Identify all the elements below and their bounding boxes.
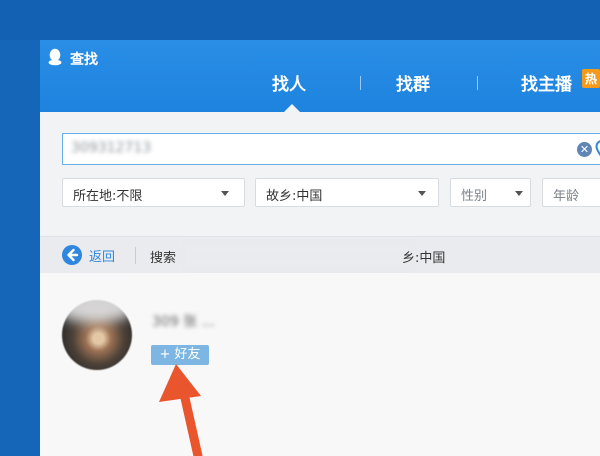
find-window: 查找 找人 找群 找主播 热 309312713 ✕ 所在地:不限 故乡:中国 … [40, 40, 600, 456]
redaction-blur [52, 285, 138, 323]
tab-separator [360, 76, 361, 90]
desktop-background [0, 0, 600, 40]
active-tab-indicator [284, 104, 300, 112]
qq-penguin-icon [48, 48, 62, 66]
search-input[interactable]: 309312713 ✕ [62, 133, 600, 165]
search-input-value: 309312713 [71, 140, 152, 156]
tab-find-anchors[interactable]: 找主播 [521, 70, 572, 95]
tab-separator [477, 76, 478, 90]
search-criteria-label: 搜索 [150, 251, 177, 266]
clear-search-icon[interactable]: ✕ [577, 142, 592, 157]
results-toolbar: 返回 搜索 乡:中国 [40, 236, 600, 274]
window-title: 查找 [70, 52, 98, 68]
back-button[interactable]: 返回 [89, 246, 115, 265]
hot-badge: 热 [582, 69, 600, 88]
user-name[interactable]: 309 张 ... [152, 311, 215, 331]
search-results: 309 张 ... + 好友 [40, 273, 600, 456]
age-filter-placeholder: 年龄 [553, 189, 580, 204]
hometown-filter-value: 故乡:中国 [266, 189, 323, 204]
chevron-down-icon [515, 191, 523, 196]
location-pin-icon[interactable] [595, 140, 600, 158]
location-filter-select[interactable]: 所在地:不限 [62, 178, 245, 207]
search-criteria-hometown: 乡:中国 [402, 251, 446, 266]
toolbar-separator [135, 247, 136, 264]
tab-find-groups[interactable]: 找群 [396, 70, 430, 95]
back-arrow-icon[interactable] [62, 245, 82, 265]
location-filter-value: 所在地:不限 [73, 189, 143, 204]
gender-filter-select[interactable]: 性别 [450, 178, 531, 207]
age-filter-select[interactable]: 年龄 [542, 178, 600, 207]
titlebar: 查找 找人 找群 找主播 热 [40, 40, 600, 112]
chevron-down-icon [221, 191, 229, 196]
gender-filter-placeholder: 性别 [461, 189, 488, 204]
hometown-filter-select[interactable]: 故乡:中国 [255, 178, 439, 207]
chevron-down-icon [418, 191, 426, 196]
annotation-arrow-icon [159, 364, 203, 456]
redacted-criteria [185, 245, 410, 267]
tab-find-people[interactable]: 找人 [272, 70, 306, 95]
